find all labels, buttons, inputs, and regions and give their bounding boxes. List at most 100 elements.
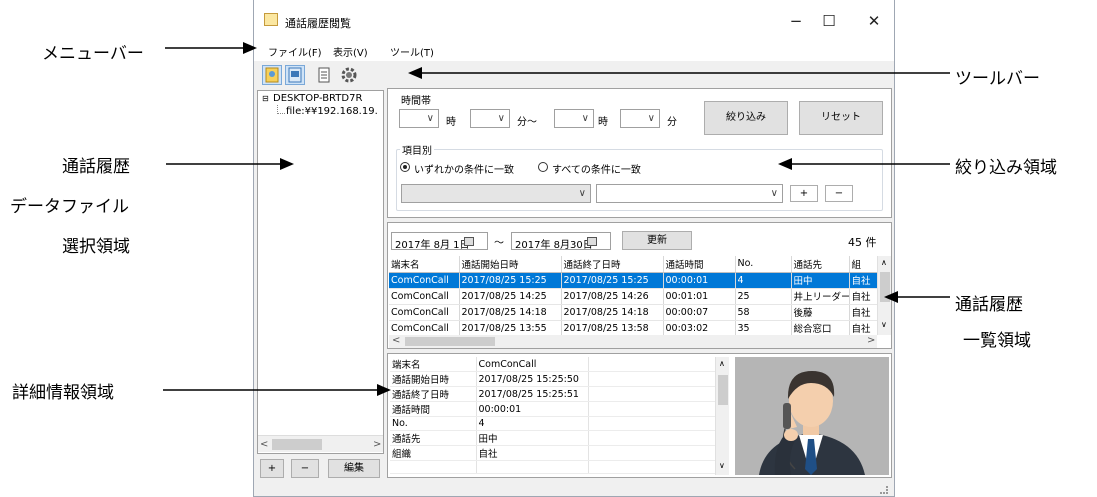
resize-grip-icon[interactable] [880, 486, 888, 494]
cell: 2017/08/25 14:25 [459, 288, 562, 305]
start-hour-select[interactable]: ∨ [399, 109, 439, 128]
scroll-left-icon[interactable]: < [392, 335, 400, 346]
col-terminal[interactable]: 端末名 [389, 256, 460, 273]
scroll-down-icon[interactable]: ∨ [719, 461, 725, 470]
col-destination[interactable]: 通話先 [791, 256, 850, 273]
calendar-icon [587, 237, 597, 246]
maximize-button[interactable]: ☐ [814, 10, 844, 32]
value-select[interactable]: ∨ [596, 184, 783, 203]
date-from-value: 2017年 8月 1日 [395, 240, 470, 251]
detail-label [390, 460, 477, 474]
calendar-icon [464, 237, 474, 246]
cell: 2017/08/25 15:25 [459, 272, 562, 289]
status-bar [254, 482, 894, 496]
start-minute-select[interactable]: ∨ [470, 109, 510, 128]
scroll-up-icon[interactable]: ∧ [719, 359, 725, 368]
scroll-thumb[interactable] [272, 439, 322, 450]
radio-all-label[interactable]: すべての条件に一致 [552, 161, 641, 176]
detail-value: 4 [476, 416, 589, 431]
remove-condition-button[interactable]: − [825, 185, 853, 202]
minimize-button[interactable]: − [781, 10, 811, 32]
detail-vertical-scrollbar[interactable]: ∧ ∨ [715, 357, 729, 475]
callout-tree-3: 選択領域 [62, 237, 130, 257]
tree-toggle-icon[interactable]: ⊟ [262, 94, 269, 103]
table-row[interactable]: ComConCall 2017/08/25 14:18 2017/08/25 14:… [389, 304, 877, 321]
cell: 00:03:02 [663, 320, 736, 335]
call-list-table-wrap: 端末名 通話開始日時 通話終了日時 通話時間 No. 通話先 組 ComConC… [389, 256, 877, 335]
table-row[interactable]: ComConCall 2017/08/25 13:55 2017/08/25 13:… [389, 320, 877, 335]
col-number[interactable]: No. [735, 256, 792, 273]
end-hour-select[interactable]: ∨ [554, 109, 594, 128]
radio-any-label[interactable]: いずれかの条件に一致 [414, 161, 514, 176]
add-condition-button[interactable]: + [790, 185, 818, 202]
col-start-time[interactable]: 通話開始日時 [459, 256, 562, 273]
scroll-thumb[interactable] [405, 337, 495, 346]
col-duration[interactable]: 通話時間 [663, 256, 736, 273]
tree-connector [277, 105, 285, 114]
cell: 後藤 [791, 304, 850, 321]
narrow-down-button[interactable]: 絞り込み [704, 101, 788, 135]
radio-any[interactable] [400, 162, 410, 172]
detail-row: 通話先 田中 [390, 430, 715, 446]
reset-button[interactable]: リセット [799, 101, 883, 135]
close-button[interactable]: ✕ [859, 10, 889, 32]
menu-view[interactable]: 表示(V) [333, 44, 368, 59]
detail-label: No. [390, 416, 477, 431]
scroll-right-icon[interactable]: > [373, 439, 381, 450]
menu-tools[interactable]: ツール(T) [390, 44, 434, 59]
scroll-right-icon[interactable]: > [867, 335, 875, 346]
callout-tree-2: データファイル [10, 197, 129, 217]
refresh-button[interactable]: 更新 [622, 231, 692, 250]
time-group-label: 時間帯 [401, 96, 431, 107]
minute2-label: 分 [667, 117, 677, 128]
end-minute-select[interactable]: ∨ [620, 109, 660, 128]
cell: 00:00:01 [663, 272, 736, 289]
add-file-button[interactable]: + [260, 459, 284, 478]
col-organization[interactable]: 組 [849, 256, 877, 273]
radio-all[interactable] [538, 162, 548, 172]
date-from-picker[interactable]: 2017年 8月 1日 [391, 232, 488, 251]
menu-file[interactable]: ファイル(F) [268, 44, 322, 59]
detail-label: 端末名 [390, 357, 477, 372]
detail-value: 自社 [476, 445, 589, 461]
cell: 25 [735, 288, 792, 305]
detail-value [476, 460, 589, 474]
data-view-icon[interactable] [285, 65, 305, 85]
tree-file-node[interactable]: file:¥¥192.168.19. [286, 106, 378, 117]
detail-label: 通話時間 [390, 401, 477, 417]
tree-root-node[interactable]: DESKTOP-BRTD7R [273, 93, 362, 104]
date-to-value: 2017年 8月30日 [515, 240, 593, 251]
document-icon[interactable] [314, 65, 334, 85]
field-select[interactable]: ∨ [401, 184, 591, 203]
cell: 井上リーダー [791, 288, 850, 305]
callout-detail: 詳細情報領域 [12, 383, 114, 403]
cell: ComConCall [389, 272, 460, 289]
minute-tilde-label: 分〜 [517, 117, 537, 128]
edit-button[interactable]: 編集 [328, 459, 380, 478]
list-horizontal-scrollbar[interactable]: < > [389, 335, 877, 348]
person-on-phone-icon [735, 357, 889, 475]
table-row[interactable]: ComConCall 2017/08/25 14:25 2017/08/25 14:… [389, 288, 877, 305]
cell: 2017/08/25 15:25 [561, 272, 664, 289]
cell: 自社 [849, 320, 877, 335]
callout-toolbar: ツールバー [955, 69, 1040, 89]
cell: 00:01:01 [663, 288, 736, 305]
scroll-up-icon[interactable]: ∧ [881, 258, 887, 267]
detail-value: 田中 [476, 430, 589, 446]
callout-filter: 絞り込み領域 [955, 158, 1057, 178]
open-file-icon[interactable] [262, 65, 282, 85]
file-tree-panel: ⊟ DESKTOP-BRTD7R file:¥¥192.168.19. < > [257, 90, 384, 454]
hour-label: 時 [446, 117, 456, 128]
date-to-picker[interactable]: 2017年 8月30日 [511, 232, 611, 251]
scroll-down-icon[interactable]: ∨ [881, 320, 887, 329]
remove-file-button[interactable]: − [291, 459, 319, 478]
scroll-thumb[interactable] [718, 375, 728, 405]
scroll-left-icon[interactable]: < [260, 439, 268, 450]
detail-row: 通話終了日時 2017/08/25 15:25:51 [390, 386, 715, 402]
col-end-time[interactable]: 通話終了日時 [561, 256, 664, 273]
table-row[interactable]: ComConCall 2017/08/25 15:25 2017/08/25 15:… [389, 272, 877, 289]
arrow-detail [163, 384, 391, 396]
chevron-down-icon: ∨ [426, 113, 434, 124]
tree-horizontal-scrollbar[interactable]: < > [258, 435, 383, 452]
settings-gear-icon[interactable] [339, 65, 359, 85]
